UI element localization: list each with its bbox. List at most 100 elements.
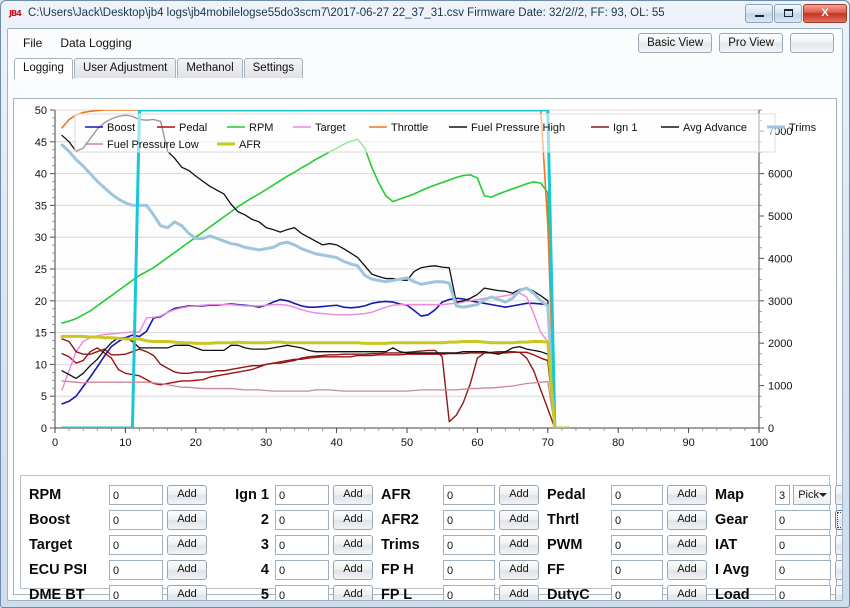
label-ign-1: Ign 1: [235, 486, 269, 503]
add-button-ign-5[interactable]: Add: [333, 584, 373, 600]
add-button-ecu-psi[interactable]: Add: [167, 559, 207, 580]
tab-panel-logging: 0 5 10 15 20 25 30 35 40 45 50 0 1000 2000 3000 4000 500…: [13, 98, 842, 600]
svg-text:80: 80: [612, 437, 624, 449]
pro-view-button[interactable]: Pro View: [719, 33, 783, 53]
input-ign-4[interactable]: 0: [275, 559, 329, 580]
tab-methanol[interactable]: Methanol: [177, 58, 243, 78]
svg-text:30: 30: [260, 437, 272, 449]
add-button-ign-1[interactable]: Add: [333, 484, 373, 505]
add-button-pwm[interactable]: Add: [667, 534, 707, 555]
input-map[interactable]: 3: [775, 484, 791, 505]
tab-user-adjustment[interactable]: User Adjustment: [73, 58, 177, 78]
input-pedal[interactable]: 0: [611, 484, 663, 505]
input-load[interactable]: 0: [775, 584, 831, 600]
label-ign-5: 5: [260, 586, 269, 601]
tab-logging[interactable]: Logging: [14, 58, 73, 79]
input-gear[interactable]: 0: [775, 509, 831, 530]
label-ign-4: 4: [260, 561, 269, 578]
svg-text:45: 45: [35, 137, 47, 149]
add-button-dutyc[interactable]: Add: [667, 584, 707, 600]
add-button-afr2[interactable]: Add: [499, 509, 539, 530]
svg-text:40: 40: [330, 437, 342, 449]
close-button[interactable]: X: [803, 3, 847, 23]
svg-text:3000: 3000: [768, 296, 792, 308]
maximize-icon: [783, 9, 793, 17]
add-button-pedal[interactable]: Add: [667, 484, 707, 505]
unlabeled-button[interactable]: [790, 33, 834, 53]
svg-text:60: 60: [471, 437, 483, 449]
menu-item-data-logging[interactable]: Data Logging: [51, 32, 140, 54]
add-button-ign-3[interactable]: Add: [333, 534, 373, 555]
add-button-ign-2[interactable]: Add: [333, 509, 373, 530]
add-button-boost[interactable]: Add: [167, 509, 207, 530]
input-fp-l[interactable]: 0: [443, 584, 495, 600]
add-button-fp-h[interactable]: Add: [499, 559, 539, 580]
title-bar: JB4 C:\Users\Jack\Desktop\jb4 logs\jb4mo…: [1, 1, 849, 25]
input-dutyc[interactable]: 0: [611, 584, 663, 600]
label-map: Map: [715, 486, 744, 503]
input-ff[interactable]: 0: [611, 559, 663, 580]
input-target[interactable]: 0: [109, 534, 163, 555]
minimize-button[interactable]: [745, 3, 773, 23]
svg-text:Fuel Pressure High: Fuel Pressure High: [471, 122, 565, 134]
add-button-thrtl[interactable]: Add: [667, 509, 707, 530]
svg-text:10: 10: [35, 359, 47, 371]
tab-settings[interactable]: Settings: [243, 58, 304, 78]
add-button-dme-bt[interactable]: Add: [167, 584, 207, 600]
add-button-ign-4[interactable]: Add: [333, 559, 373, 580]
label-rpm: RPM: [29, 486, 62, 503]
input-pwm[interactable]: 0: [611, 534, 663, 555]
input-ign-5[interactable]: 0: [275, 584, 329, 600]
datalog-chart[interactable]: 0 5 10 15 20 25 30 35 40 45 50 0 1000 2000 3000 4000 500…: [17, 102, 833, 452]
menu-item-file[interactable]: File: [14, 32, 51, 54]
input-afr2[interactable]: 0: [443, 509, 495, 530]
input-ecu-psi[interactable]: 0: [109, 559, 163, 580]
input-ign-3[interactable]: 0: [275, 534, 329, 555]
label-fp-h: FP H: [381, 561, 414, 578]
label-iat: IAT: [715, 536, 738, 553]
svg-text:Fuel Pressure Low: Fuel Pressure Low: [107, 139, 199, 151]
svg-text:Boost: Boost: [107, 122, 135, 134]
input-i-avg[interactable]: 0: [775, 559, 831, 580]
input-trims[interactable]: 0: [443, 534, 495, 555]
svg-text:25: 25: [35, 264, 47, 276]
label-pwm: PWM: [547, 536, 583, 553]
add-button-iat[interactable]: Add: [835, 534, 842, 555]
input-iat[interactable]: 0: [775, 534, 831, 555]
svg-text:Ign 1: Ign 1: [613, 122, 637, 134]
svg-text:1000: 1000: [768, 381, 792, 393]
svg-text:10: 10: [119, 437, 131, 449]
maximize-button[interactable]: [774, 3, 802, 23]
svg-text:20: 20: [190, 437, 202, 449]
input-ign-2[interactable]: 0: [275, 509, 329, 530]
add-button-i-avg[interactable]: Add: [835, 559, 842, 580]
add-button-ff[interactable]: Add: [667, 559, 707, 580]
add-button-load[interactable]: Add: [835, 584, 842, 600]
svg-text:50: 50: [401, 437, 413, 449]
add-button-afr[interactable]: Add: [499, 484, 539, 505]
input-boost[interactable]: 0: [109, 509, 163, 530]
label-dme-bt: DME BT: [29, 586, 85, 601]
input-afr[interactable]: 0: [443, 484, 495, 505]
input-fp-h[interactable]: 0: [443, 559, 495, 580]
add-button-map[interactable]: Add: [835, 484, 842, 505]
input-dme-bt[interactable]: 0: [109, 584, 163, 600]
basic-view-button[interactable]: Basic View: [638, 33, 713, 53]
chevron-down-icon: [819, 492, 827, 497]
application-window: JB4 C:\Users\Jack\Desktop\jb4 logs\jb4mo…: [0, 0, 850, 608]
svg-text:RPM: RPM: [249, 122, 273, 134]
input-rpm[interactable]: 0: [109, 484, 163, 505]
tab-strip: Logging User Adjustment Methanol Setting…: [8, 57, 842, 79]
add-button-rpm[interactable]: Add: [167, 484, 207, 505]
window-buttons: X: [745, 3, 847, 23]
add-button-target[interactable]: Add: [167, 534, 207, 555]
add-button-fp-l[interactable]: Add: [499, 584, 539, 600]
input-thrtl[interactable]: 0: [611, 509, 663, 530]
add-button-trims[interactable]: Add: [499, 534, 539, 555]
input-ign-1[interactable]: 0: [275, 484, 329, 505]
svg-text:4000: 4000: [768, 253, 792, 265]
svg-text:0: 0: [52, 437, 58, 449]
svg-text:15: 15: [35, 328, 47, 340]
map-pick-dropdown[interactable]: Pick: [793, 484, 831, 505]
add-button-gear[interactable]: Add: [835, 509, 842, 530]
